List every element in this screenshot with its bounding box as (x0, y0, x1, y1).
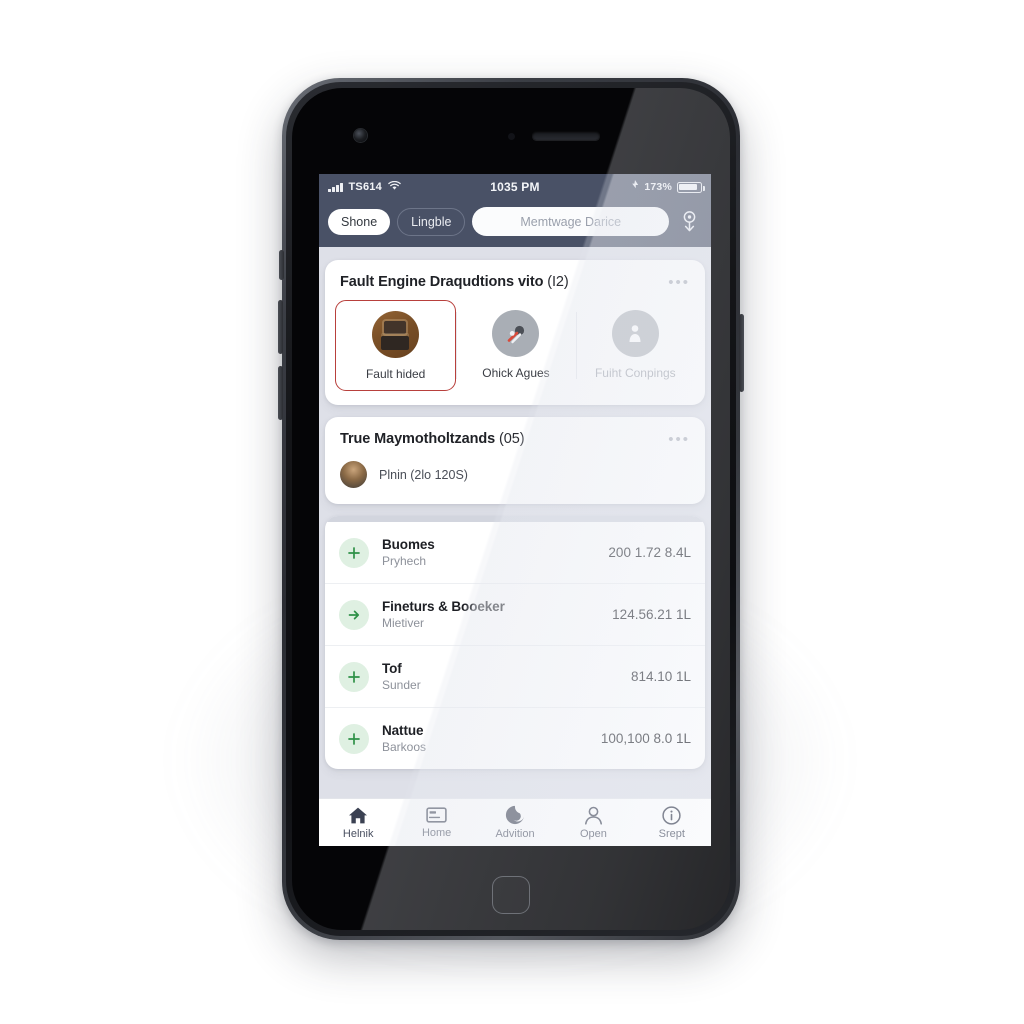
overflow-menu-icon[interactable]: ••• (668, 275, 690, 290)
battery-percent-label: 173% (644, 181, 672, 193)
phone-screen: TS614 1035 PM 173% Shone Lingble Memtwag… (319, 174, 711, 846)
tab-advition-label: Advition (495, 828, 535, 840)
alarm-icon (631, 180, 639, 194)
transaction-amount: 200 1.72 8.4L (608, 545, 691, 560)
transactions-card: Buomes Pryhech 200 1.72 8.4L Fineturs & … (325, 516, 705, 769)
tab-home[interactable]: Home (397, 806, 475, 839)
quick-actions-title-text: Fault Engine Draqudtions vito (340, 274, 544, 290)
search-input[interactable]: Memtwage Darice (472, 207, 669, 236)
tab-open[interactable]: Open (554, 806, 632, 840)
contacts-card: True Maymotholtzands (05) ••• Plnin (2lo… (325, 417, 705, 504)
table-row-text: Buomes Pryhech (382, 537, 595, 568)
tab-helnik-label: Helnik (342, 827, 374, 840)
contacts-count: (05) (499, 431, 525, 447)
tab-srept-label: Srept (658, 827, 685, 840)
person-seat-icon (611, 310, 659, 357)
contacts-header: True Maymotholtzands (05) ••• (325, 417, 705, 457)
quick-action-tile-0[interactable]: Fault hided (335, 300, 457, 391)
quick-action-tile-0-label: Fault hided (365, 367, 426, 381)
sensor-row (286, 128, 736, 144)
front-camera-icon (354, 129, 367, 142)
tab-open-label: Open (579, 827, 607, 840)
transaction-subtitle: Sunder (382, 678, 421, 692)
tab-srept[interactable]: Srept (633, 805, 711, 840)
home-button[interactable] (492, 876, 530, 914)
table-row-text: Tof Sunder (382, 661, 618, 692)
phone-bezel: TS614 1035 PM 173% Shone Lingble Memtwag… (286, 82, 736, 936)
contacts-title: True Maymotholtzands (05) (340, 431, 525, 447)
info-circle-icon (662, 805, 681, 825)
power-button[interactable] (739, 314, 744, 392)
swirl-icon (505, 805, 525, 825)
table-row[interactable]: Tof Sunder 814.10 1L (325, 646, 705, 708)
quick-action-tile-2-label: Fuiht Conpings (594, 366, 676, 380)
quick-actions-header: Fault Engine Draqudtions vito (I2) ••• (325, 260, 705, 300)
carrier-label: TS614 (348, 181, 382, 193)
table-row[interactable]: Nattue Barkoos 100,100 8.0 1L (325, 708, 705, 769)
wrench-tools-icon (492, 310, 540, 357)
status-bar: TS614 1035 PM 173% (319, 174, 711, 200)
plus-icon (339, 723, 369, 754)
table-row-text: Fineturs & Booeker Mietiver (382, 599, 599, 630)
engine-photo-icon (372, 311, 420, 358)
status-bar-right: 173% (540, 180, 705, 194)
quick-action-tile-1-label: Ohick Agues (482, 366, 550, 380)
volume-up-button[interactable] (278, 300, 283, 354)
tab-home-label: Home (421, 827, 452, 839)
quick-actions-tiles: Fault hided Ohick Agues Fuiht Conpings (325, 300, 705, 405)
transaction-title: Buomes (382, 537, 435, 552)
quick-actions-title: Fault Engine Draqudtions vito (I2) (340, 274, 569, 290)
earpiece-speaker-icon (532, 131, 600, 140)
table-row[interactable]: Fineturs & Booeker Mietiver 124.56.21 1L (325, 584, 705, 646)
home-house-icon (348, 806, 368, 825)
battery-icon (677, 181, 705, 193)
arrow-right-icon (339, 599, 369, 630)
transaction-title: Fineturs & Booeker (382, 599, 505, 614)
table-row-text: Nattue Barkoos (382, 723, 588, 754)
mute-switch[interactable] (279, 250, 284, 280)
quick-actions-card: Fault Engine Draqudtions vito (I2) ••• F… (325, 260, 705, 405)
content-scroll-area[interactable]: Fault Engine Draqudtions vito (I2) ••• F… (319, 255, 711, 798)
person-icon (584, 806, 603, 825)
quick-actions-count: (I2) (547, 274, 569, 290)
wifi-icon (388, 180, 401, 194)
phone-device: TS614 1035 PM 173% Shone Lingble Memtwag… (278, 78, 744, 940)
quick-action-tile-1[interactable]: Ohick Agues (456, 300, 575, 391)
transaction-title: Nattue (382, 723, 424, 738)
transaction-subtitle: Barkoos (382, 740, 427, 754)
filter-pill-secondary[interactable]: Lingble (397, 207, 466, 236)
user-avatar (340, 461, 367, 488)
volume-down-button[interactable] (278, 366, 283, 420)
plus-icon (339, 661, 369, 692)
status-bar-left: TS614 (328, 180, 490, 194)
plus-icon (339, 537, 369, 568)
transaction-amount: 124.56.21 1L (612, 607, 691, 622)
bottom-tab-bar: Helnik Home Advition Open Srept (319, 798, 711, 846)
transaction-subtitle: Pryhech (382, 554, 427, 568)
download-pin-icon[interactable] (676, 208, 702, 236)
table-row[interactable]: Buomes Pryhech 200 1.72 8.4L (325, 522, 705, 584)
quick-action-tile-2[interactable]: Fuiht Conpings (575, 300, 695, 391)
contacts-title-text: True Maymotholtzands (340, 431, 496, 447)
status-bar-time: 1035 PM (490, 180, 540, 194)
signal-bars-icon (328, 182, 343, 192)
filter-pill-active[interactable]: Shone (328, 208, 391, 235)
contact-row[interactable]: Plnin (2lo 120S) (325, 457, 705, 504)
proximity-sensor-icon (508, 133, 515, 140)
transaction-subtitle: Mietiver (382, 616, 425, 630)
transaction-amount: 100,100 8.0 1L (600, 731, 691, 746)
transaction-amount: 814.10 1L (630, 669, 691, 684)
transaction-title: Tof (382, 661, 402, 676)
contact-name: Plnin (2lo 120S) (379, 467, 468, 482)
card-icon (426, 806, 447, 824)
overflow-menu-icon[interactable]: ••• (668, 432, 690, 447)
search-toolbar: Shone Lingble Memtwage Darice (319, 200, 711, 247)
tab-helnik[interactable]: Helnik (319, 806, 397, 840)
scene: TS614 1035 PM 173% Shone Lingble Memtwag… (0, 0, 1024, 1024)
tab-advition[interactable]: Advition (476, 805, 554, 840)
